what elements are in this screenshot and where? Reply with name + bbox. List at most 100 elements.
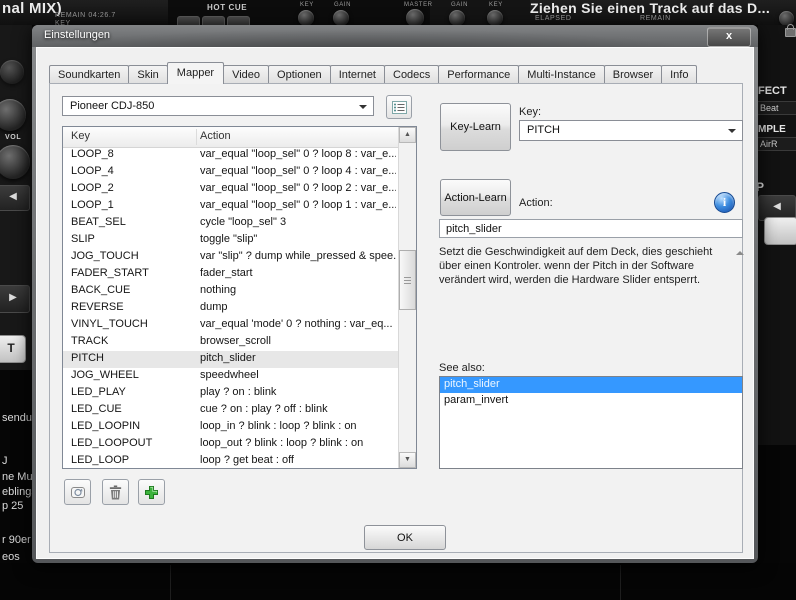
- key-learn-button[interactable]: Key-Learn: [440, 103, 511, 151]
- tab-browser[interactable]: Browser: [604, 65, 662, 84]
- key-knob[interactable]: [298, 10, 314, 26]
- dialog-title: Einstellungen: [44, 29, 110, 41]
- play-button[interactable]: ▶: [0, 285, 30, 313]
- mapping-row[interactable]: REVERSEdump: [63, 300, 399, 317]
- mapping-action: browser_scroll: [200, 335, 396, 347]
- vol-knob[interactable]: [0, 145, 30, 179]
- tab-codecs[interactable]: Codecs: [384, 65, 439, 84]
- column-header-key[interactable]: Key: [71, 130, 90, 142]
- chevron-down-icon: [728, 129, 736, 137]
- ok-label: OK: [397, 532, 413, 544]
- list-scrollbar[interactable]: ▲ ▼: [398, 127, 416, 468]
- effect-select-fragment[interactable]: Beat: [757, 101, 796, 115]
- mapping-key: JOG_WHEEL: [71, 369, 139, 381]
- tab-video[interactable]: Video: [223, 65, 269, 84]
- tab-internet[interactable]: Internet: [330, 65, 385, 84]
- tab-soundkarten[interactable]: Soundkarten: [49, 65, 129, 84]
- mapping-row[interactable]: LOOP_2var_equal "loop_sel" 0 ? loop 2 : …: [63, 181, 399, 198]
- delete-mapping-button[interactable]: [102, 479, 129, 505]
- tab-skin[interactable]: Skin: [128, 65, 167, 84]
- mapping-key: VINYL_TOUCH: [71, 318, 148, 330]
- description-scroll-up-icon[interactable]: [736, 247, 744, 255]
- settings-tabs: Soundkarten Skin Mapper Video Optionen I…: [49, 63, 696, 84]
- action-input-value: pitch_slider: [446, 223, 502, 235]
- mapping-key: LED_LOOP: [71, 454, 129, 466]
- lock-icon[interactable]: [785, 28, 796, 37]
- left-knob[interactable]: [0, 99, 26, 131]
- mapping-row[interactable]: LED_PLAYplay ? on : blink: [63, 385, 399, 402]
- mapping-action: pitch_slider: [200, 352, 396, 364]
- gain-knob-label: GAIN: [334, 2, 351, 8]
- tab-info[interactable]: Info: [661, 65, 697, 84]
- mapper-list-button[interactable]: [386, 95, 412, 119]
- mapping-row[interactable]: FADER_STARTfader_start: [63, 266, 399, 283]
- mapping-action: loop ? get beat : off: [200, 454, 396, 466]
- mapping-key: LOOP_2: [71, 182, 114, 194]
- mapping-row[interactable]: VINYL_TOUCH var_equal 'mode' 0 ? nothing …: [63, 317, 399, 334]
- mapping-row[interactable]: TRACKbrowser_scroll: [63, 334, 399, 351]
- master-knob-label: MASTER: [404, 2, 433, 8]
- gain-knob-right[interactable]: [449, 10, 465, 26]
- mapping-row[interactable]: LED_LOOPOUTloop_out ? blink : loop ? bli…: [63, 436, 399, 453]
- mapping-row[interactable]: LOOP_4var_equal "loop_sel" 0 ? loop 4 : …: [63, 164, 399, 181]
- tab-performance[interactable]: Performance: [438, 65, 519, 84]
- gain-knob[interactable]: [333, 10, 349, 26]
- browser-item-fragment[interactable]: ne Mu: [2, 471, 33, 483]
- plus-icon: [144, 485, 159, 500]
- remap-key-button[interactable]: [64, 479, 91, 505]
- tab-optionen[interactable]: Optionen: [268, 65, 331, 84]
- key-select[interactable]: PITCH: [519, 120, 743, 141]
- mapping-action: var_equal "loop_sel" 0 ? loop 1 : var_e.…: [200, 199, 396, 211]
- mapping-row[interactable]: BEAT_SELcycle "loop_sel" 3: [63, 215, 399, 232]
- key-knob-right[interactable]: [487, 10, 503, 26]
- mapping-key: JOG_TOUCH: [71, 250, 139, 262]
- tab-multi-instance[interactable]: Multi-Instance: [518, 65, 604, 84]
- mapping-key: PITCH: [71, 352, 104, 364]
- dialog-titlebar[interactable]: Einstellungen x: [32, 25, 758, 47]
- mapping-row[interactable]: LED_CUEcue ? on : play ? off : blink: [63, 402, 399, 419]
- left-knob[interactable]: [0, 60, 24, 84]
- mapping-action: fader_start: [200, 267, 396, 279]
- mapping-row[interactable]: LED_LOOPINloop_in ? blink : loop ? blink…: [63, 419, 399, 436]
- add-mapping-button[interactable]: [138, 479, 165, 505]
- mapping-action: var_equal 'mode' 0 ? nothing : var_eq...: [200, 318, 396, 330]
- deck-a-track-title: nal MIX): [2, 0, 62, 17]
- action-learn-button[interactable]: Action-Learn: [440, 179, 511, 216]
- mapping-row[interactable]: LOOP_1 var_equal "loop_sel" 0 ? loop 1 : …: [63, 198, 399, 215]
- column-header-action[interactable]: Action: [200, 130, 231, 142]
- info-icon[interactable]: i: [714, 192, 735, 213]
- scroll-down-button[interactable]: ▼: [399, 452, 416, 468]
- deck-left-strip: VOL ◀ ▶ T: [0, 25, 32, 370]
- tab-mapper[interactable]: Mapper: [167, 62, 224, 84]
- close-button[interactable]: x: [707, 27, 751, 47]
- device-select[interactable]: Pioneer CDJ-850: [62, 96, 374, 116]
- sample-select-fragment[interactable]: AirR: [757, 137, 796, 151]
- t-key-button[interactable]: T: [0, 335, 26, 363]
- mapping-row[interactable]: BACK_CUEnothing: [63, 283, 399, 300]
- deck-a-remain-label: REMAIN 04:26.7: [55, 12, 116, 19]
- mapping-row-selected[interactable]: PITCH pitch_slider: [63, 351, 399, 368]
- mapping-row[interactable]: SLIPtoggle "slip": [63, 232, 399, 249]
- browser-item-fragment[interactable]: sendu: [2, 412, 32, 424]
- scroll-up-button[interactable]: ▲: [399, 127, 416, 143]
- mapping-key: LOOP_1: [71, 199, 114, 211]
- see-also-item[interactable]: param_invert: [440, 393, 742, 409]
- ok-button[interactable]: OK: [364, 525, 446, 550]
- mapping-action: play ? on : blink: [200, 386, 396, 398]
- browser-item-fragment[interactable]: J: [2, 455, 8, 467]
- browser-item-fragment[interactable]: p 25: [2, 500, 23, 512]
- browser-item-fragment[interactable]: r 90er: [2, 534, 31, 546]
- action-input[interactable]: pitch_slider: [439, 219, 743, 238]
- mapping-row[interactable]: LOOP_8var_equal "loop_sel" 0 ? loop 8 : …: [63, 147, 399, 164]
- deck-top-strip: nal MIX) REMAIN 04:26.7 KEY HOT CUE KEY …: [0, 0, 796, 25]
- mapping-row[interactable]: LED_LOOP loop ? get beat : off: [63, 453, 399, 470]
- mapping-row[interactable]: JOG_TOUCHvar "slip" ? dump while_pressed…: [63, 249, 399, 266]
- browser-item-fragment[interactable]: eos: [2, 551, 20, 563]
- column-divider[interactable]: [196, 129, 197, 145]
- see-also-item-selected[interactable]: pitch_slider: [440, 377, 742, 393]
- mapping-row[interactable]: JOG_WHEELspeedwheel: [63, 368, 399, 385]
- key-knob-label: KEY: [300, 2, 314, 8]
- scrollbar-thumb[interactable]: [399, 250, 416, 310]
- loop-button[interactable]: [764, 217, 796, 245]
- prev-track-button[interactable]: ◀: [0, 185, 30, 211]
